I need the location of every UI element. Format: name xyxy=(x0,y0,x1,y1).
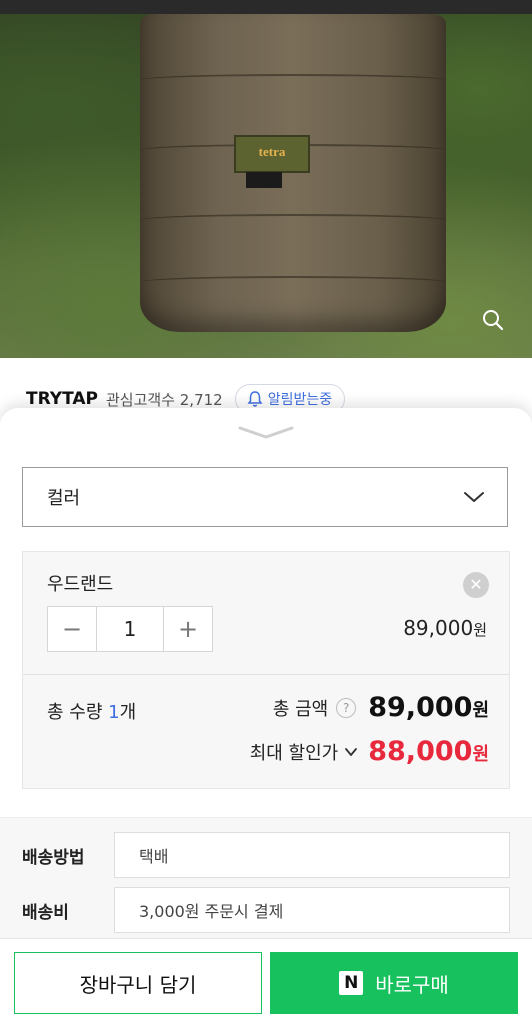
bag-ring xyxy=(140,276,446,288)
option-price-value: 89,000 xyxy=(403,616,474,640)
collapse-handle-icon[interactable] xyxy=(236,424,296,440)
shipping-section: 배송방법 택배 배송비 3,000원 주문시 결제 xyxy=(0,817,532,938)
buy-now-button[interactable]: N 바로구매 xyxy=(270,952,518,1014)
product-bag xyxy=(140,14,446,332)
interest-count: 2,712 xyxy=(179,390,223,409)
total-qty-label: 총 수량 xyxy=(47,702,103,723)
purchase-sheet: 컬러 우드랜드 ✕ − 1 + 89,000원 총 수량 1개 총 금액 ? 8… xyxy=(0,408,532,1024)
alert-label: 알림받는중 xyxy=(267,392,333,408)
total-amount-unit: 원 xyxy=(472,700,489,721)
option-price: 89,000원 xyxy=(403,616,487,640)
help-icon[interactable]: ? xyxy=(336,697,357,718)
decrease-button[interactable]: − xyxy=(48,607,96,651)
increase-button[interactable]: + xyxy=(164,607,212,651)
cart-button-label: 장바구니 담기 xyxy=(79,972,197,997)
total-qty-value: 1 xyxy=(108,702,120,723)
total-amount-label: 총 금액 xyxy=(272,698,329,720)
image-top-strip xyxy=(0,0,532,14)
total-qty-unit: 개 xyxy=(119,702,137,723)
chevron-down-icon xyxy=(345,747,358,756)
shipping-fee-label: 배송비 xyxy=(22,902,69,923)
close-icon: ✕ xyxy=(469,575,483,594)
brand-name[interactable]: TRYTAP xyxy=(26,389,98,409)
remove-option-button[interactable]: ✕ xyxy=(463,572,489,598)
chevron-down-icon xyxy=(464,492,484,502)
total-quantity: 총 수량 1개 xyxy=(47,698,136,724)
interest-label: 관심고객수 2,712 xyxy=(106,389,223,410)
bag-ring xyxy=(140,74,446,86)
shipping-method-label: 배송방법 xyxy=(22,847,85,868)
max-discount-price: 88,000원 xyxy=(368,736,489,767)
selected-option-name: 우드랜드 xyxy=(47,574,114,595)
shipping-method-value: 택배 xyxy=(114,832,510,878)
shipping-method-row: 배송방법 택배 xyxy=(22,832,510,878)
option-select-label: 컬러 xyxy=(47,488,81,509)
max-discount-unit: 원 xyxy=(472,744,489,765)
naver-pay-icon: N xyxy=(339,971,364,995)
selected-option-box: 우드랜드 ✕ − 1 + 89,000원 총 수량 1개 총 금액 ? 89,0… xyxy=(22,551,510,789)
color-option-select[interactable]: 컬러 xyxy=(22,467,508,527)
quantity-value[interactable]: 1 xyxy=(96,607,164,651)
product-image[interactable]: tetra xyxy=(0,0,532,358)
summary-divider xyxy=(23,674,509,675)
product-tag xyxy=(246,172,282,188)
max-discount-row[interactable]: 최대 할인가 88,000원 xyxy=(250,736,489,767)
purchase-footer: 장바구니 담기 N 바로구매 xyxy=(0,938,532,1025)
max-discount-label: 최대 할인가 xyxy=(249,742,339,764)
option-price-unit: 원 xyxy=(473,621,487,639)
total-amount: 89,000원 xyxy=(368,692,489,723)
max-discount-value: 88,000 xyxy=(368,736,473,767)
zoom-icon[interactable] xyxy=(482,309,504,331)
interest-text: 관심고객수 xyxy=(105,390,175,409)
total-amount-value: 89,000 xyxy=(368,692,473,723)
bag-ring xyxy=(140,214,446,226)
buy-button-label: 바로구매 xyxy=(375,972,449,997)
shipping-fee-value: 3,000원 주문시 결제 xyxy=(114,887,510,933)
bell-icon xyxy=(247,391,263,407)
shipping-fee-row: 배송비 3,000원 주문시 결제 xyxy=(22,887,510,933)
add-to-cart-button[interactable]: 장바구니 담기 xyxy=(14,952,262,1014)
total-amount-row: 총 금액 ? 89,000원 xyxy=(273,692,489,723)
quantity-stepper[interactable]: − 1 + xyxy=(47,606,213,652)
product-logo-patch: tetra xyxy=(234,135,310,173)
